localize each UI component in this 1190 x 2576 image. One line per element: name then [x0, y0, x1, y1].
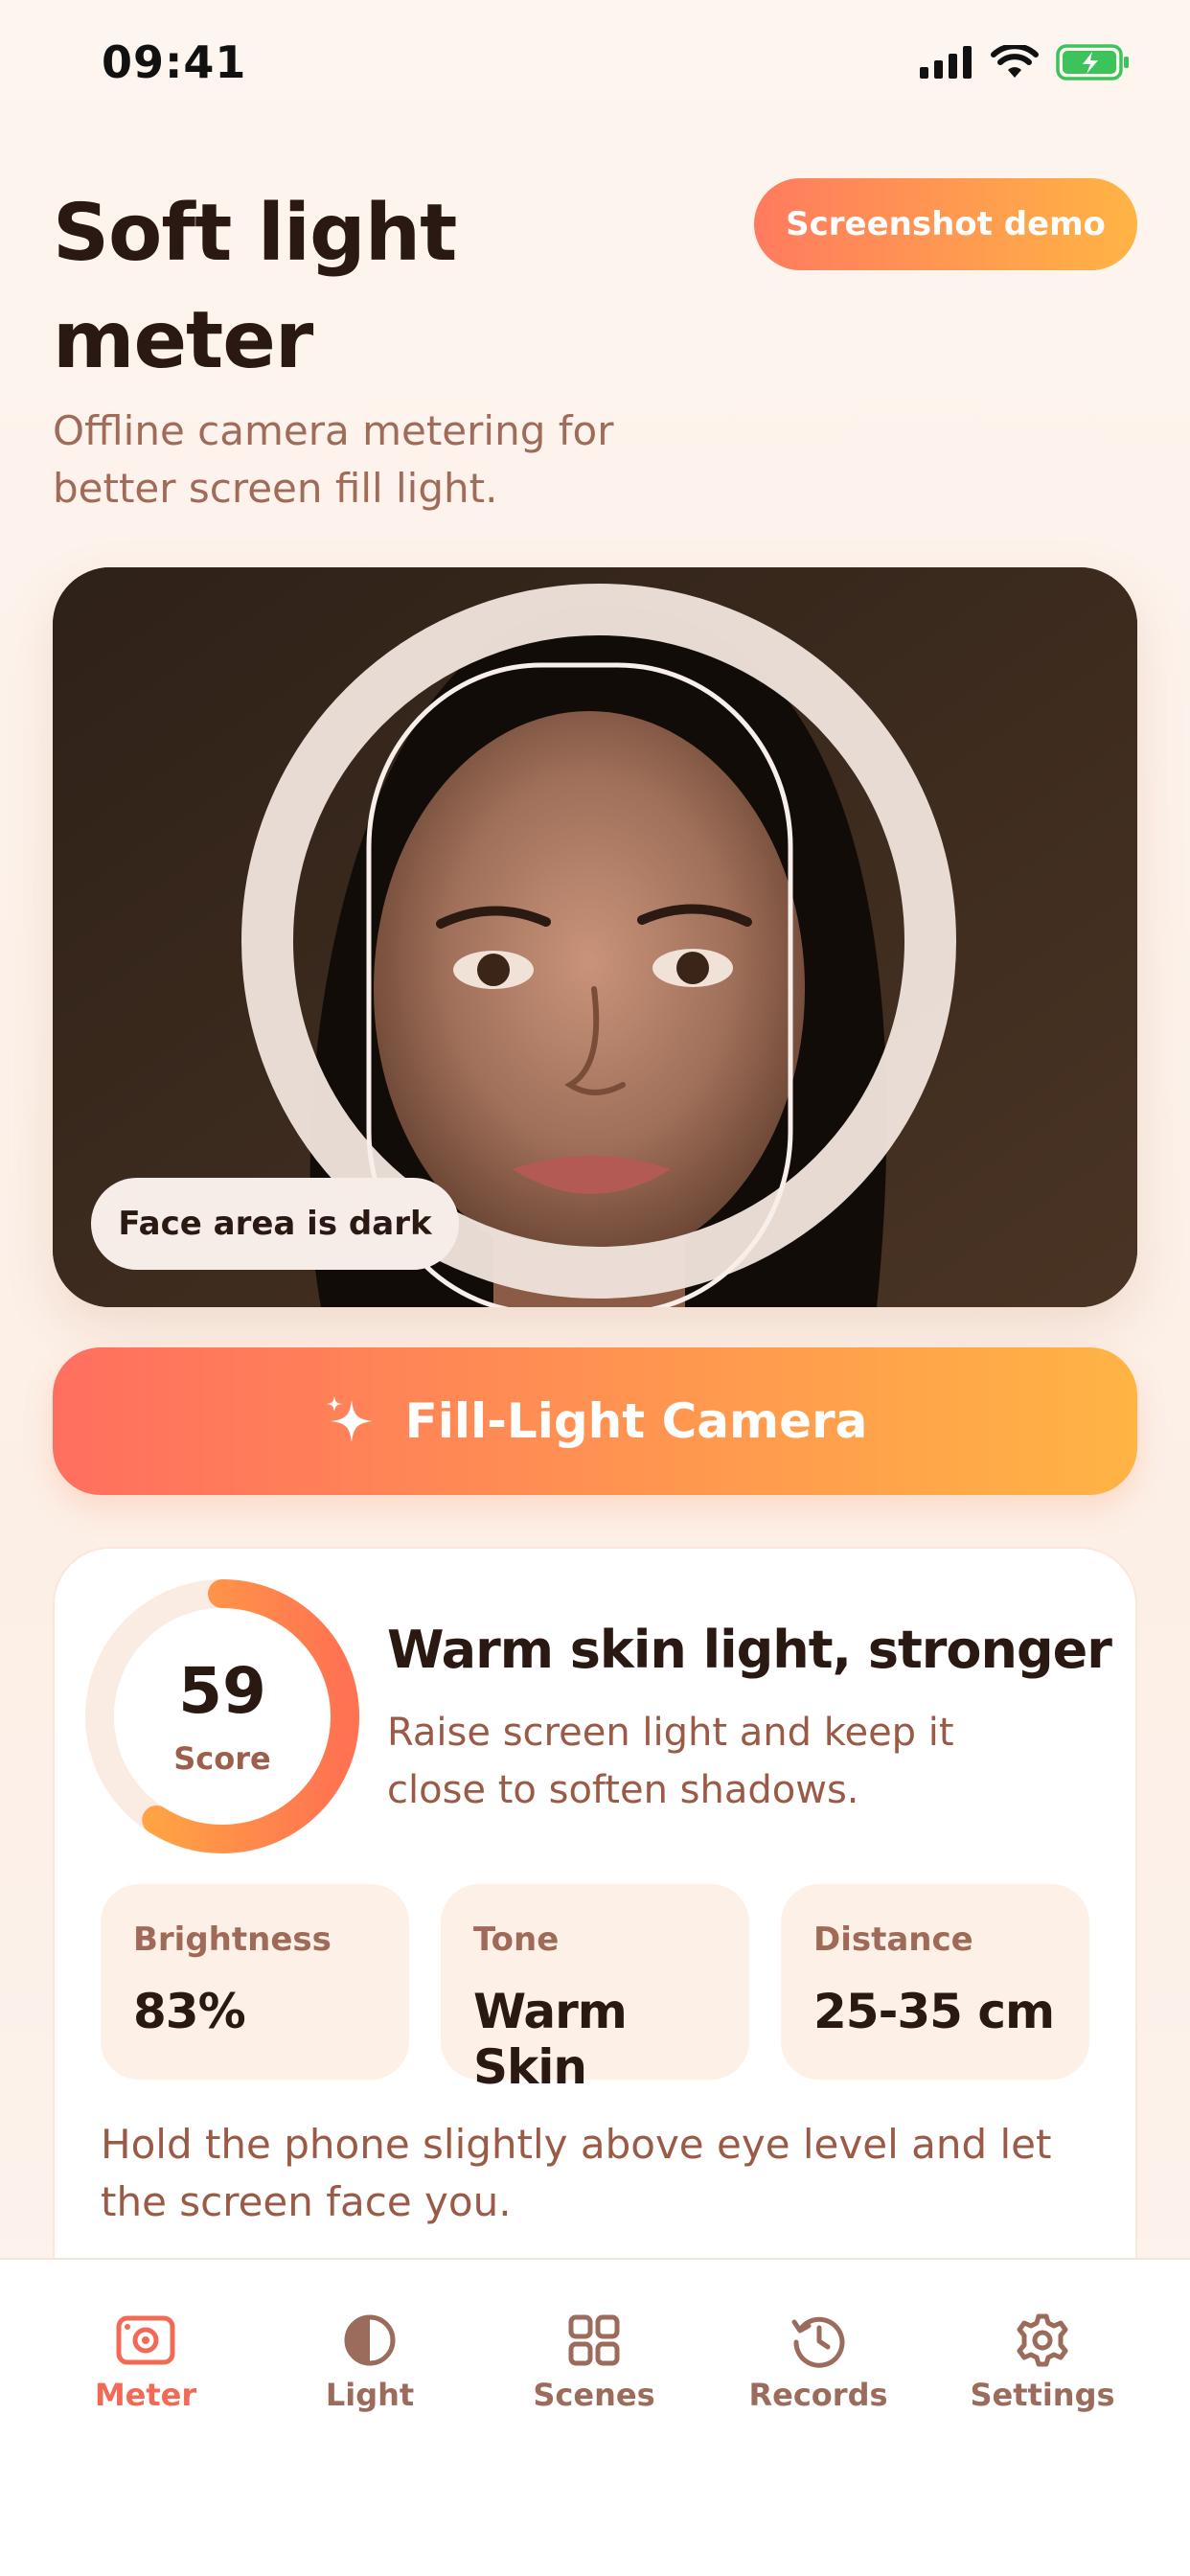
tab-label: Scenes — [533, 2377, 655, 2413]
tab-settings[interactable]: Settings — [947, 2310, 1138, 2413]
screenshot-demo-button[interactable]: Screenshot demo — [754, 178, 1137, 270]
stat-value: 25-35 cm — [813, 1984, 1055, 2039]
camera-meter-icon — [116, 2315, 175, 2365]
app-screen: 09:41 Soft light meter Offline camera me… — [0, 0, 1190, 2576]
stat-tone: Tone Warm Skin — [441, 1884, 749, 2095]
status-time: 09:41 — [102, 36, 247, 88]
score-value: 59 — [178, 1654, 266, 1728]
fill-light-camera-button[interactable]: Fill-Light Camera — [53, 1347, 1137, 1495]
stat-label: Distance — [813, 1920, 973, 1959]
wifi-icon — [991, 45, 1039, 78]
sparkle-icon — [326, 1396, 373, 1442]
history-icon — [791, 2316, 845, 2368]
tab-label: Settings — [970, 2377, 1115, 2413]
stat-distance: Distance 25-35 cm — [781, 1884, 1089, 2080]
tab-records[interactable]: Records — [722, 2310, 914, 2413]
fill-light-camera-label: Fill-Light Camera — [404, 1393, 868, 1449]
status-icons — [920, 44, 1131, 80]
tab-light[interactable]: Light — [274, 2310, 466, 2413]
stat-brightness: Brightness 83% — [101, 1884, 409, 2080]
page-title: Soft light meter — [53, 188, 457, 386]
tab-label: Meter — [94, 2377, 197, 2413]
positioning-tip: Hold the phone slightly above eye level … — [101, 2121, 1052, 2225]
score-label: Score — [173, 1740, 271, 1777]
half-circle-icon — [344, 2314, 396, 2366]
tab-bar: Meter Light Scenes Records Settings — [0, 2258, 1190, 2576]
tab-label: Light — [325, 2377, 415, 2413]
tab-meter[interactable]: Meter — [50, 2310, 241, 2413]
stat-value: 83% — [133, 1984, 246, 2039]
status-bar: 09:41 — [0, 0, 1190, 125]
page-subtitle: Offline camera metering for better scree… — [53, 407, 614, 512]
stat-label: Brightness — [133, 1920, 332, 1959]
metering-result-card: 59 Score Warm skin light, stronger Raise… — [53, 1547, 1137, 2313]
tab-label: Records — [748, 2377, 888, 2413]
grid-icon — [568, 2314, 620, 2366]
stat-label: Tone — [473, 1920, 560, 1959]
cellular-signal-icon — [920, 46, 972, 79]
recommendation-description: Raise screen light and keep it close to … — [387, 1711, 954, 1812]
camera-preview: Face area is dark — [53, 567, 1137, 1307]
face-status-badge: Face area is dark — [91, 1178, 459, 1270]
recommendation-title: Warm skin light, stronger — [387, 1620, 1112, 1680]
gear-icon — [1017, 2313, 1068, 2367]
tab-scenes[interactable]: Scenes — [498, 2310, 690, 2413]
battery-charging-icon — [1056, 44, 1129, 80]
stat-value: Warm Skin — [473, 1984, 628, 2095]
